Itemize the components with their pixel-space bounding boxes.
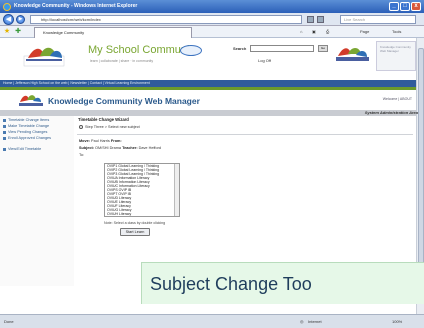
log-off-link[interactable]: Log Off [258,58,271,63]
back-arrow-icon[interactable]: ◀ [3,14,14,25]
wizard-step-radio[interactable]: Step Three > Select new subject [79,125,140,129]
wizard-heading: Timetable Change Wizard [78,117,129,122]
wizard-divider [77,134,413,135]
refresh-icon[interactable] [307,16,314,23]
internet-explorer-icon [3,3,11,11]
forward-arrow-icon[interactable]: ▶ [16,15,25,24]
subject-listbox[interactable]: OVIP1 Global Learning / Thinking OVIP2 G… [104,163,180,217]
sidebar-item-make-timetable-change[interactable]: Make Timetable Change [3,124,49,128]
brand-subtitle: learn | collaborate | share · in communi… [90,59,154,63]
close-button[interactable]: x [411,2,421,11]
move-row: Move: Paul Harris From: [79,139,122,143]
subject-row: Subject: OM/SHI Drama Teacher: Dave Heff… [79,146,161,150]
add-favorites-icon[interactable]: ✚ [14,28,22,36]
kcm-logo-icon [19,95,43,106]
search-input[interactable]: Live Search [340,15,416,24]
status-bar: Done ◎ Internet 100% [0,314,424,328]
security-zone: Internet [308,319,322,324]
welcome-links[interactable]: Welcome | ABOUT [383,97,412,101]
bullet-icon [3,118,6,122]
home-icon[interactable]: ⌂ [300,28,302,36]
tab-bar: ★ ✚ Knowledge Community ⌂ ▣ ⎙ Page Tools [0,26,424,38]
tab-knowledge-community[interactable]: Knowledge Community [34,27,192,38]
window-title-bar: Knowledge Community - Windows Internet E… [0,0,424,13]
header-go-button[interactable]: Go [318,45,328,52]
section-title: System Administration Area [364,110,418,115]
page-menu[interactable]: Page [360,28,369,36]
select-hint: Note: Select a class by double clicking [104,221,166,225]
address-bar: ◀ ▶ http://localhost/cm/web/kcm/index Li… [0,13,424,26]
header-search-input[interactable] [250,45,314,52]
subject-value: OM/SHI Drama [95,146,121,150]
bullet-icon [3,147,6,151]
url-input[interactable]: http://localhost/cm/web/kcm/index [30,15,302,24]
bullet-icon [3,136,6,140]
school-logo-icon [23,47,65,67]
to-label: To: [79,153,85,157]
partner-logo-icon [336,47,369,61]
zoom-level[interactable]: 100% [392,315,402,328]
teacher-value: Dave Hefford [138,146,161,150]
sidebar [0,116,74,286]
list-item[interactable]: OVIUH Literacy [105,212,179,216]
page-title: Knowledge Community Web Manager [48,96,200,106]
status-text: Done [4,319,14,324]
green-divider [0,87,416,90]
sidebar-item-view-edit-timetable[interactable]: View/Edit Timetable [3,147,41,151]
print-icon[interactable]: ⎙ [326,28,329,36]
minimize-button[interactable]: _ [389,2,399,11]
bullet-icon [3,124,6,128]
top-navigation[interactable]: Home | Jefferson High School on the web … [0,80,416,87]
listbox-scrollbar[interactable] [174,164,179,216]
stop-icon[interactable] [317,16,324,23]
scrollbar-thumb[interactable] [418,48,424,288]
move-value: Paul Harris [91,139,110,143]
window-title: Knowledge Community - Windows Internet E… [14,3,138,9]
slide-caption: Subject Change Too [141,262,424,304]
maximize-button[interactable]: □ [400,2,410,11]
start-again-button[interactable]: Start Learn [120,228,150,236]
bullet-icon [3,130,6,134]
feeds-icon[interactable]: ▣ [312,28,316,36]
radio-icon[interactable] [79,125,83,129]
sidebar-item-enroll-approved-changes[interactable]: Enroll Approved Changes [3,136,51,140]
header-search-label: Search [233,46,247,51]
sidebar-item-timetable-change-items[interactable]: Timetable Change Items [3,118,49,122]
admin-info-box: Knowledge Community Web Manager [376,41,416,71]
community-badge-icon [180,45,202,56]
globe-icon: ◎ [300,319,304,324]
favorites-star-icon[interactable]: ★ [3,28,11,36]
window-controls: _ □ x [389,2,421,11]
tools-menu[interactable]: Tools [392,28,401,36]
sidebar-item-view-pending-changes[interactable]: View Pending Changes [3,130,47,134]
